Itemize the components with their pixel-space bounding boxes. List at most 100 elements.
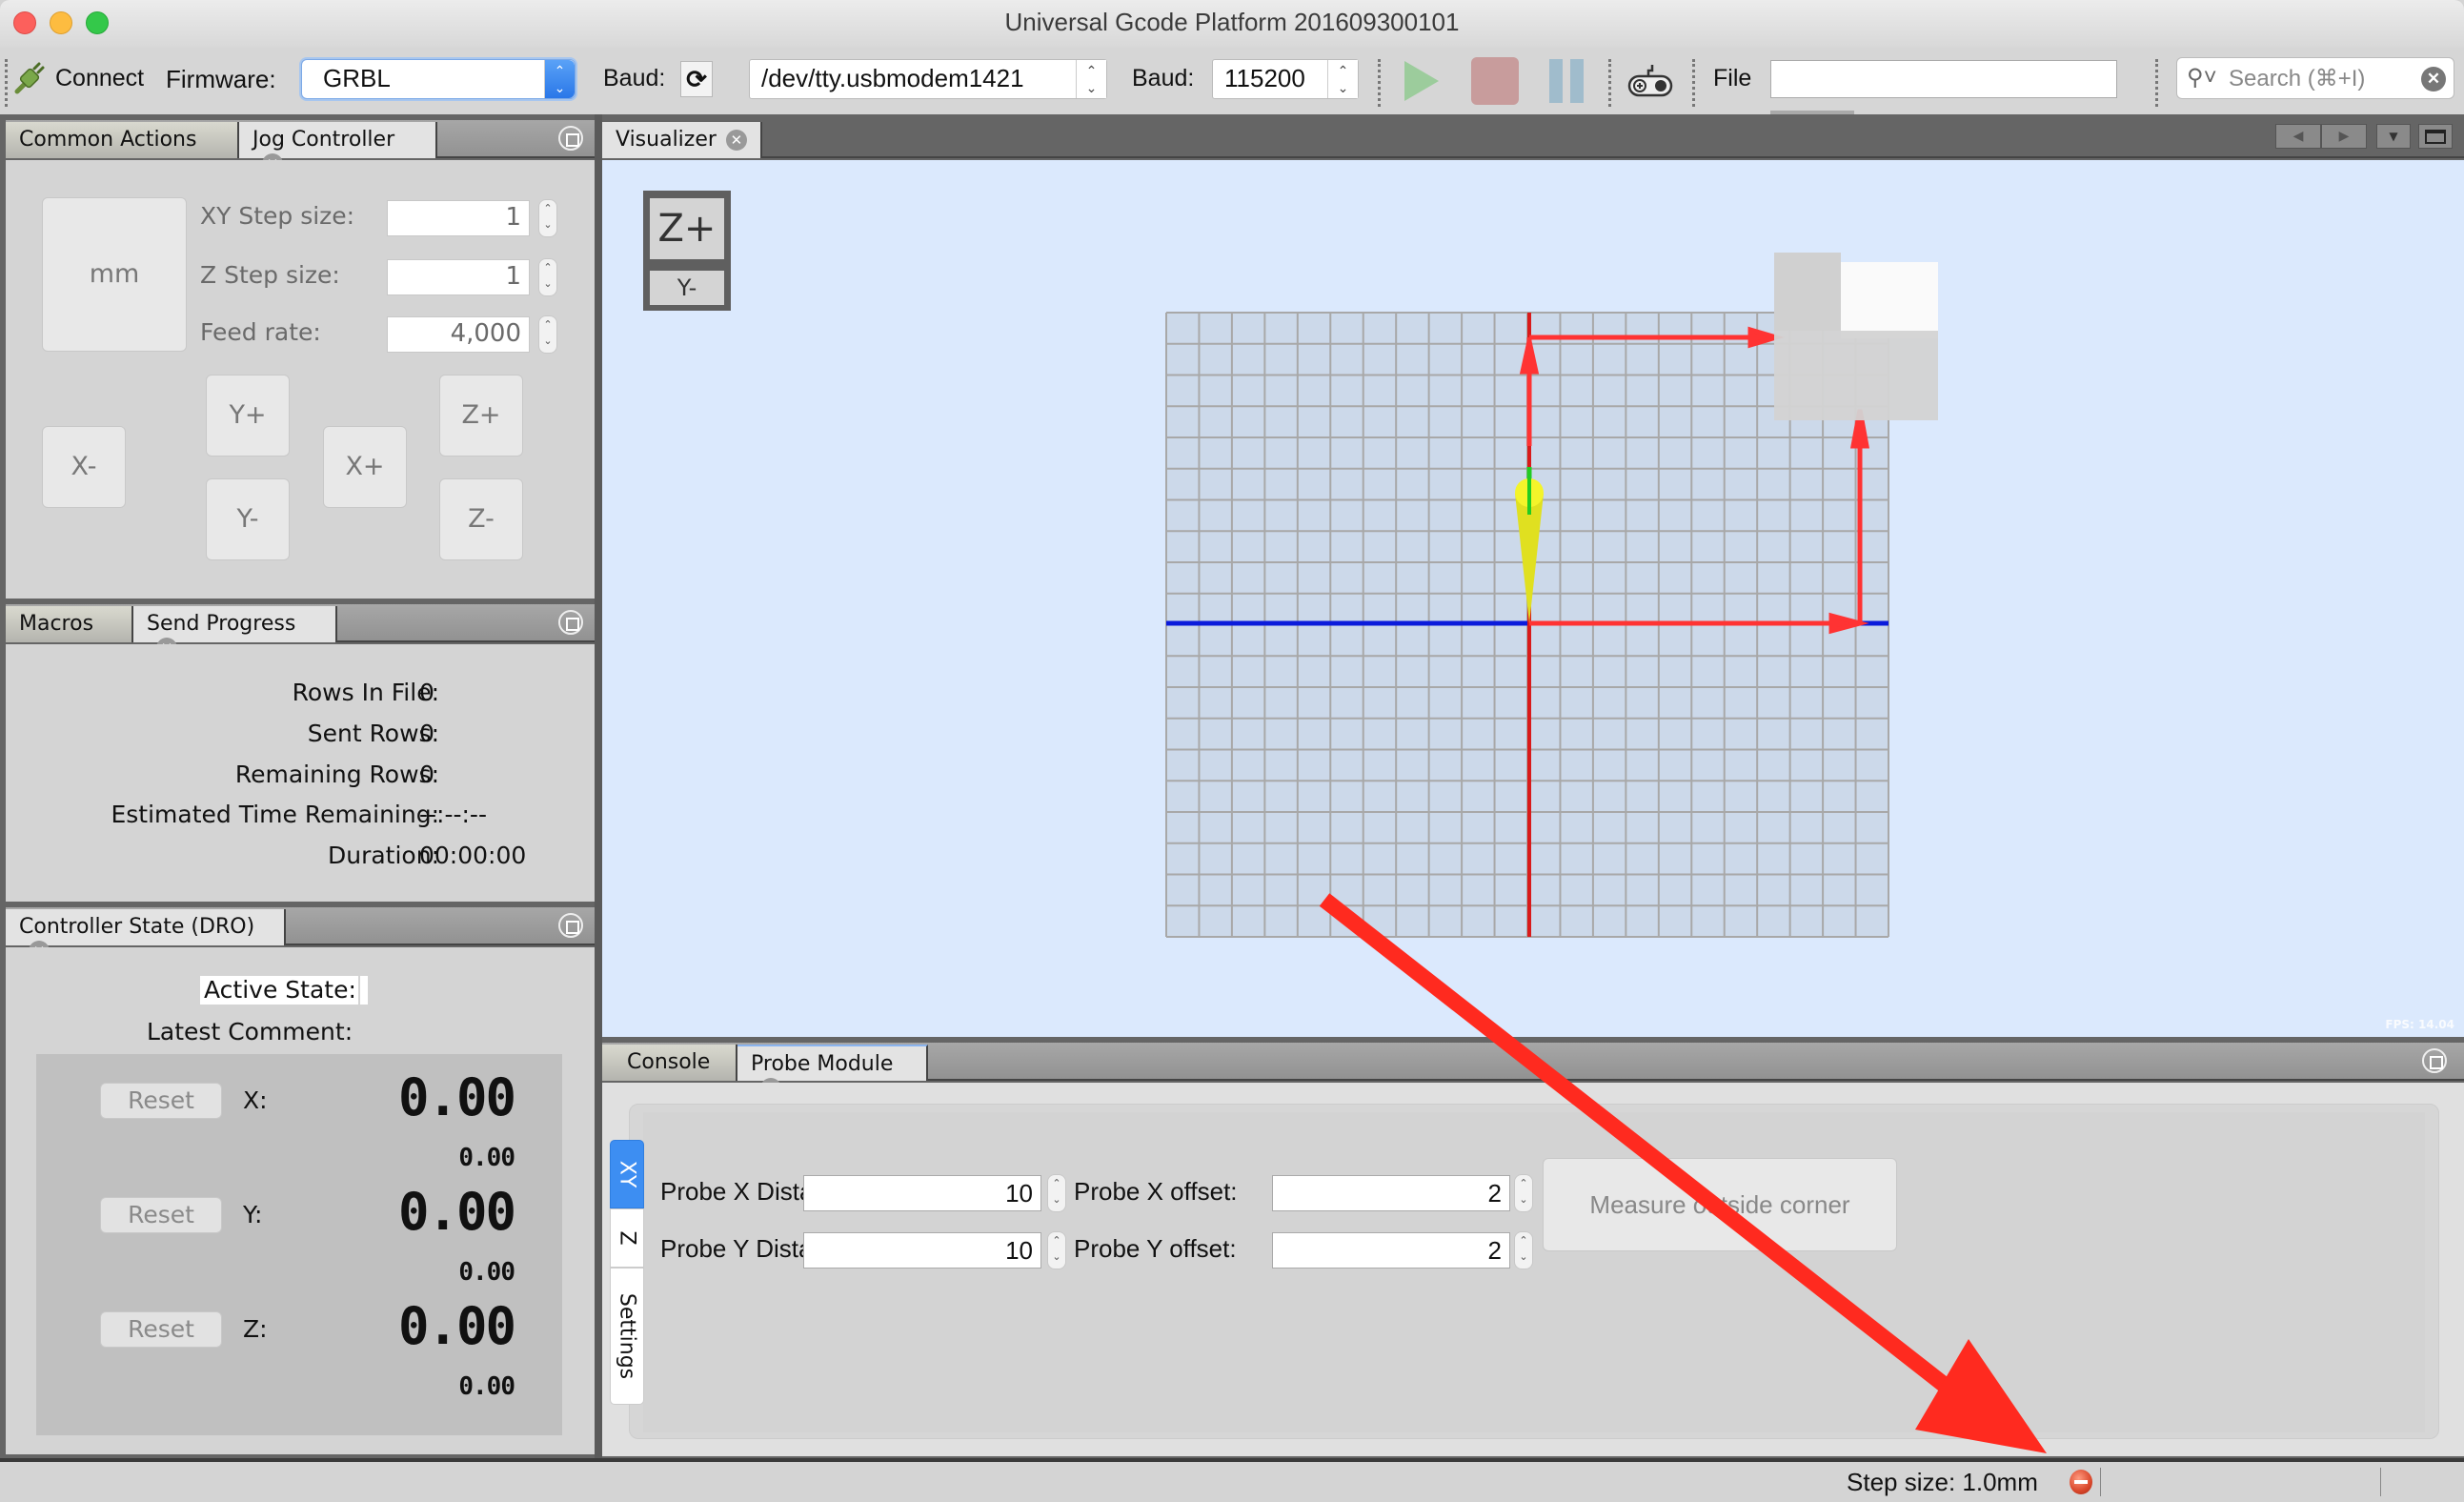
port-select[interactable]: /dev/tty.usbmodem1421 ⌃ ⌄ (749, 59, 1107, 99)
firmware-select[interactable]: GRBL ⌃ ⌄ (301, 59, 576, 99)
connect-button[interactable] (13, 61, 46, 95)
gamepad-icon (1627, 65, 1673, 97)
latest-comment-label: Latest Comment: (147, 1018, 353, 1045)
dro-readout-box: Reset X: 0.00 0.00 Reset Y: 0.00 0.00 Re… (36, 1054, 562, 1435)
probe-x-distance-spinner[interactable]: ⌃ ⌄ (1047, 1174, 1066, 1212)
maximize-panel-button[interactable] (558, 126, 583, 151)
close-tab-icon[interactable]: ✕ (725, 130, 747, 151)
x-axis-label: X: (243, 1086, 268, 1114)
stock-block (1774, 253, 1938, 420)
stop-button[interactable] (1471, 57, 1519, 105)
rows-in-file-value: 0 (419, 679, 434, 706)
tab-list-dropdown-button[interactable]: ▼ (2376, 124, 2411, 149)
pause-button[interactable] (1547, 57, 1585, 105)
toolbar-separator (1608, 59, 1611, 107)
chevron-updown-icon: ⌃ ⌄ (544, 60, 575, 98)
measure-outside-corner-button[interactable]: Measure outside corner (1543, 1158, 1897, 1251)
probe-y-distance-spinner[interactable]: ⌃ ⌄ (1047, 1231, 1066, 1269)
maximize-panel-button[interactable] (558, 610, 583, 635)
status-bar: Step size: 1.0mm (0, 1458, 2464, 1502)
y-work-position: 0.00 (397, 1182, 516, 1242)
tab-label: Common Actions (19, 128, 197, 152)
vertical-splitter[interactable] (595, 114, 602, 1458)
xy-step-field[interactable]: 1 (387, 200, 530, 236)
firmware-value: GRBL (323, 64, 391, 92)
jog-y-plus-button[interactable]: Y+ (206, 375, 290, 457)
side-tab-xy[interactable]: XY (610, 1140, 644, 1208)
probe-y-distance-field[interactable]: 10 (803, 1232, 1041, 1269)
units-toggle-button[interactable]: mm (42, 197, 187, 352)
search-placeholder: Search (⌘+I) (2229, 66, 2366, 91)
z-machine-position: 0.00 (458, 1372, 515, 1401)
jog-y-minus-button[interactable]: Y- (206, 478, 290, 560)
side-tab-z[interactable]: Z (610, 1208, 644, 1268)
refresh-icon: ⟳ (686, 65, 707, 93)
connect-label[interactable]: Connect (55, 65, 144, 92)
gamepad-button[interactable] (1626, 61, 1675, 99)
tab-common-actions[interactable]: Common Actions (6, 122, 239, 158)
probe-y-offset-field[interactable]: 2 (1272, 1232, 1510, 1269)
search-icon: ⚲˅ (2187, 65, 2217, 91)
maximize-panel-button[interactable] (558, 913, 583, 938)
progress-panel-tabbar: Macros Send Progress✕ (6, 604, 595, 659)
jog-z-minus-button[interactable]: Z- (439, 478, 523, 560)
z-work-position: 0.00 (397, 1296, 516, 1356)
tab-console[interactable]: Console (602, 1045, 737, 1081)
sent-rows-label: Sent Rows: (307, 720, 439, 747)
plug-icon (14, 62, 45, 94)
z-step-spinner[interactable]: ⌃ ⌄ (538, 258, 557, 296)
jog-x-plus-button[interactable]: X+ (323, 426, 407, 508)
tab-send-progress[interactable]: Send Progress✕ (133, 606, 337, 659)
xy-step-spinner[interactable]: ⌃ ⌄ (538, 199, 557, 237)
baud-label: Baud: (1132, 65, 1195, 91)
tab-label: Jog Controller (252, 128, 395, 152)
baud-select[interactable]: 115200 ⌃ ⌄ (1212, 59, 1359, 99)
play-button[interactable] (1401, 57, 1443, 105)
step-size-status: Step size: 1.0mm (1847, 1468, 2038, 1496)
active-state-value (360, 976, 368, 1005)
probe-x-offset-spinner[interactable]: ⌃ ⌄ (1514, 1174, 1533, 1212)
feed-rate-spinner[interactable]: ⌃ ⌄ (538, 315, 557, 354)
side-tab-settings[interactable]: Settings (610, 1268, 644, 1405)
toolbar-separator (1692, 59, 1695, 107)
toolbar-grip (5, 59, 8, 107)
tab-probe-module[interactable]: Probe Module✕ (737, 1045, 928, 1099)
scroll-tabs-right-button[interactable]: ▶ (2321, 124, 2367, 149)
maximize-window-button[interactable] (2418, 124, 2453, 149)
probe-y-offset-spinner[interactable]: ⌃ ⌄ (1514, 1231, 1533, 1269)
reset-z-button[interactable]: Reset (100, 1311, 222, 1348)
tab-controller-state[interactable]: Controller State (DRO)✕ (6, 909, 286, 962)
feed-rate-field[interactable]: 4,000 (387, 316, 530, 353)
probe-module-panel: Probe X Distance: 10 ⌃ ⌄ Probe X offset: … (602, 1083, 2464, 1456)
visualizer-canvas[interactable]: Z+ Y- FPS: 14.04 (602, 160, 2464, 1037)
file-field[interactable] (1770, 60, 2117, 98)
fps-counter: FPS: 14.04 (2385, 1018, 2454, 1031)
search-box[interactable]: ⚲˅ Search (⌘+I) ✕ (2176, 57, 2454, 99)
clear-icon[interactable]: ✕ (2421, 67, 2446, 91)
estimated-time-value: --:--:-- (419, 801, 487, 828)
tab-visualizer[interactable]: Visualizer ✕ (602, 122, 762, 158)
scroll-tabs-left-button[interactable]: ◀ (2275, 124, 2321, 149)
reset-y-button[interactable]: Reset (100, 1197, 222, 1233)
tab-jog-controller[interactable]: Jog Controller✕ (239, 122, 437, 174)
window-title: Universal Gcode Platform 201609300101 (1004, 8, 1460, 36)
side-tab-label: XY (615, 1160, 639, 1188)
probe-x-distance-field[interactable]: 10 (803, 1175, 1041, 1211)
sent-rows-value: 0 (419, 720, 434, 747)
status-divider (2380, 1468, 2381, 1496)
dro-panel: Active State: Latest Comment: Reset X: 0… (6, 947, 595, 1454)
duration-value: 00:00:00 (419, 842, 527, 869)
jog-x-minus-button[interactable]: X- (42, 426, 126, 508)
send-progress-panel: Rows In File: 0 Sent Rows: 0 Remaining R… (6, 644, 595, 902)
status-divider (2100, 1468, 2101, 1496)
port-value: /dev/tty.usbmodem1421 (761, 64, 1024, 92)
reset-x-button[interactable]: Reset (100, 1083, 222, 1119)
jog-z-plus-button[interactable]: Z+ (439, 375, 523, 457)
tab-macros[interactable]: Macros (6, 606, 133, 642)
chevron-updown-icon: ⌃ ⌄ (1076, 60, 1106, 98)
refresh-ports-button[interactable]: ⟳ (680, 61, 713, 97)
remaining-rows-value: 0 (419, 761, 434, 788)
z-step-field[interactable]: 1 (387, 259, 530, 295)
maximize-panel-button[interactable] (2422, 1048, 2447, 1073)
probe-x-offset-field[interactable]: 2 (1272, 1175, 1510, 1211)
